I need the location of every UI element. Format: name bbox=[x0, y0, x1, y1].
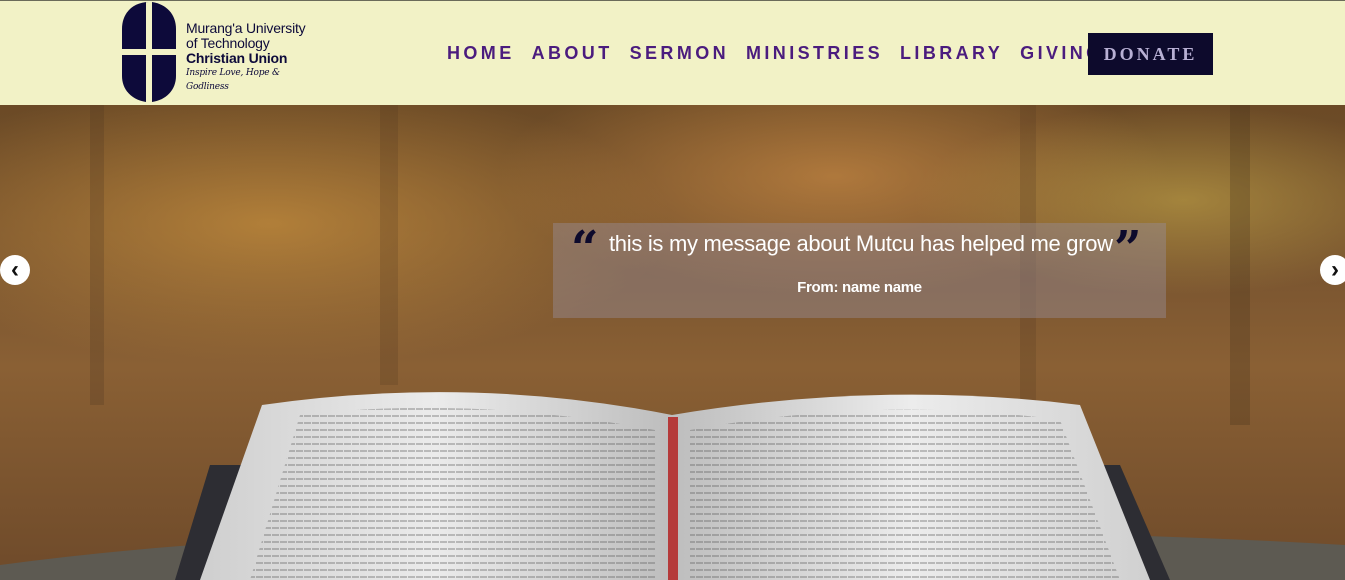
carousel-prev-button[interactable]: ‹ bbox=[0, 255, 30, 285]
logo-text: Murang'a University of Technology Christ… bbox=[186, 21, 322, 94]
logo[interactable]: Murang'a University of Technology Christ… bbox=[122, 2, 322, 102]
testimonial-author: From: name name bbox=[797, 279, 922, 296]
open-bible-image bbox=[0, 105, 1345, 580]
chevron-left-icon: ‹ bbox=[11, 256, 19, 283]
testimonial-quote: this is my message about Mutcu has helpe… bbox=[609, 231, 1113, 256]
testimonial-box: “ this is my message about Mutcu has hel… bbox=[553, 223, 1166, 318]
carousel-next-button[interactable]: › bbox=[1320, 255, 1345, 285]
logo-university-name: Murang'a University bbox=[186, 20, 306, 36]
nav-item-library[interactable]: LIBRARY bbox=[900, 43, 1003, 64]
chevron-right-icon: › bbox=[1331, 256, 1339, 283]
cross-logo-icon bbox=[122, 2, 176, 102]
open-quote-icon: “ bbox=[571, 221, 599, 277]
logo-university-name-2: of Technology bbox=[186, 35, 270, 51]
nav-item-home[interactable]: HOME bbox=[447, 43, 515, 64]
nav-item-ministries[interactable]: MINISTRIES bbox=[746, 43, 883, 64]
hero-carousel: “ this is my message about Mutcu has hel… bbox=[0, 105, 1345, 580]
nav-item-sermon[interactable]: SERMON bbox=[630, 43, 729, 64]
logo-org-name: Christian Union bbox=[186, 50, 288, 66]
main-nav: HOME ABOUT SERMON MINISTRIES LIBRARY GIV… bbox=[447, 33, 1121, 74]
site-header: Murang'a University of Technology Christ… bbox=[0, 0, 1345, 105]
close-quote-icon: ” bbox=[1114, 221, 1142, 277]
logo-tagline: Inspire Love, Hope & Godliness bbox=[186, 68, 280, 92]
donate-button[interactable]: DONATE bbox=[1088, 33, 1213, 75]
nav-item-about[interactable]: ABOUT bbox=[532, 43, 613, 64]
